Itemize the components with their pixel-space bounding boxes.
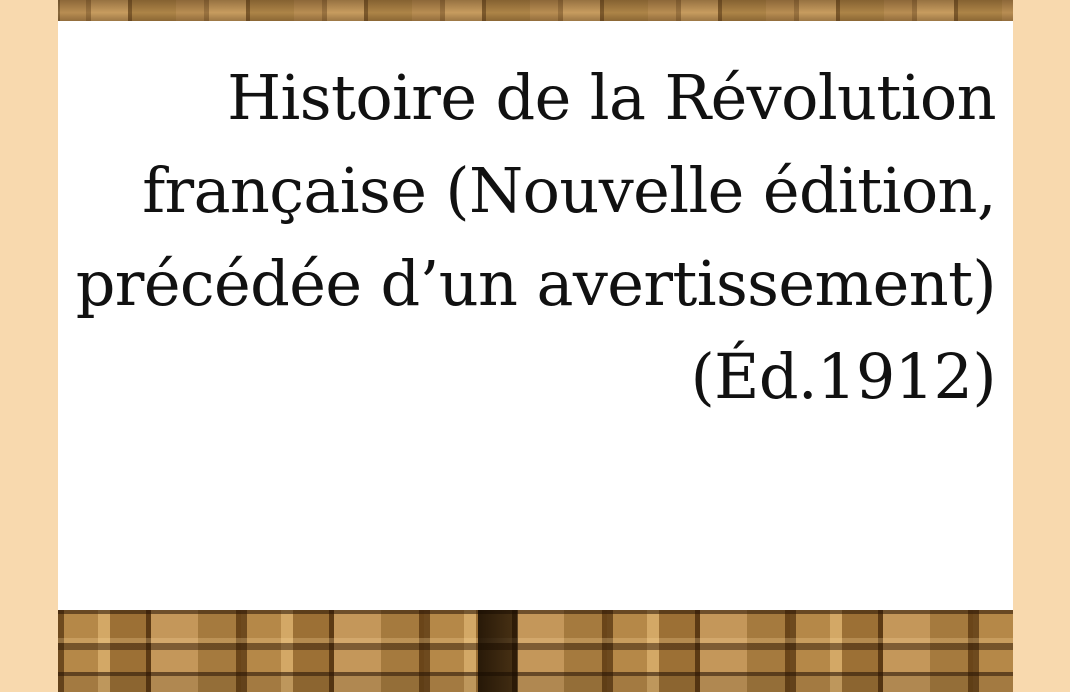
title-panel: Histoire de la Révolution française (Nou… [58,21,1013,610]
bookshelf-photo-bottom [58,610,1013,692]
bookshelf-photo-top [58,0,1013,21]
book-title: Histoire de la Révolution française (Nou… [66,51,997,423]
title-line-1: Histoire de la Révolution [227,61,997,134]
book-cover: Histoire de la Révolution française (Nou… [58,0,1013,692]
edition-year: (Éd.1912) [690,340,997,413]
title-line-3: précédée d’un avertissement) [75,247,997,320]
title-line-2: française (Nouvelle édition, [142,154,996,227]
book-cover-page: Histoire de la Révolution française (Nou… [0,0,1070,692]
